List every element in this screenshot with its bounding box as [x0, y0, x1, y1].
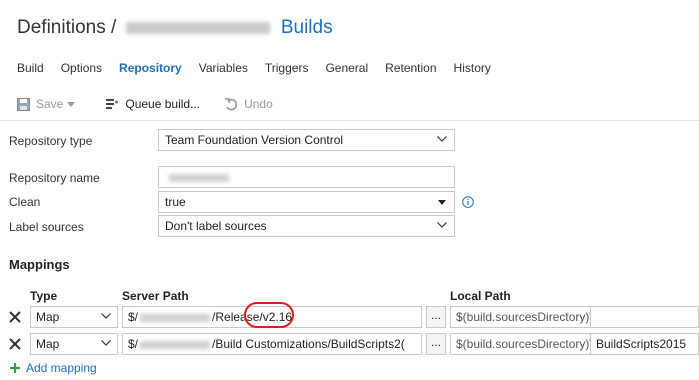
plus-icon	[10, 363, 20, 373]
tab-bar: Build Options Repository Variables Trigg…	[17, 61, 508, 75]
toolbar-divider	[0, 120, 699, 121]
tab-options[interactable]: Options	[61, 61, 102, 75]
delete-mapping-icon[interactable]	[9, 311, 21, 323]
redacted-path-segment	[140, 313, 211, 322]
server-path-suffix: /Build Customizations/BuildScripts2(	[212, 337, 405, 351]
tab-variables[interactable]: Variables	[199, 61, 248, 75]
repository-type-label: Repository type	[9, 134, 93, 148]
toolbar: Save Queue build... Undo	[17, 97, 297, 111]
undo-button[interactable]: Undo	[224, 97, 273, 111]
version-highlight-annotation	[244, 302, 294, 328]
redacted-path-segment	[140, 340, 211, 349]
chevron-down-icon	[437, 136, 447, 142]
queue-build-icon	[106, 99, 119, 109]
clean-label: Clean	[9, 195, 41, 209]
breadcrumb-builds[interactable]: Builds	[281, 17, 333, 38]
chevron-down-icon	[101, 313, 111, 319]
mapping-type-select[interactable]: Map	[30, 306, 118, 328]
add-mapping-button[interactable]: Add mapping	[9, 361, 97, 375]
browse-server-path-button[interactable]: ...	[426, 306, 446, 328]
tab-history[interactable]: History	[454, 61, 491, 75]
server-path-prefix: $/	[128, 310, 139, 324]
delete-mapping-icon[interactable]	[9, 338, 21, 350]
server-path-input[interactable]: $/ /Build Customizations/BuildScripts2(	[122, 333, 422, 355]
mappings-heading: Mappings	[9, 257, 70, 272]
column-header-type: Type	[30, 289, 58, 303]
queue-build-label: Queue build...	[125, 97, 201, 111]
undo-icon	[225, 98, 238, 111]
caret-down-icon	[438, 200, 446, 205]
browse-server-path-button[interactable]: ...	[426, 333, 446, 355]
local-path-prefix: $(build.sourcesDirectory)\	[450, 333, 590, 355]
queue-build-button[interactable]: Queue build...	[105, 97, 200, 111]
mapping-type-select[interactable]: Map	[30, 333, 118, 355]
info-icon[interactable]	[462, 196, 474, 208]
repository-name-input[interactable]	[158, 166, 455, 188]
label-sources-value: Don't label sources	[165, 219, 267, 233]
clean-select[interactable]: true	[158, 191, 455, 213]
page-title: Definitions / Builds	[17, 17, 333, 39]
repository-type-value: Team Foundation Version Control	[165, 133, 344, 147]
dropdown-caret-icon	[67, 101, 76, 107]
repository-type-select[interactable]: Team Foundation Version Control	[158, 129, 455, 151]
label-sources-label: Label sources	[9, 220, 84, 234]
label-sources-select[interactable]: Don't label sources	[158, 215, 455, 237]
tab-build[interactable]: Build	[17, 61, 44, 75]
tab-triggers[interactable]: Triggers	[265, 61, 309, 75]
add-mapping-label: Add mapping	[26, 361, 97, 375]
chevron-down-icon	[437, 222, 447, 228]
undo-label: Undo	[244, 97, 273, 111]
local-path-input[interactable]	[590, 306, 699, 328]
chevron-down-icon	[101, 340, 111, 346]
column-header-local-path: Local Path	[450, 289, 511, 303]
redacted-repository-name	[169, 174, 229, 182]
repository-name-label: Repository name	[9, 171, 100, 185]
save-label: Save	[36, 97, 64, 111]
tab-retention[interactable]: Retention	[385, 61, 436, 75]
local-path-prefix: $(build.sourcesDirectory)\	[450, 306, 590, 328]
mapping-type-value: Map	[36, 337, 60, 351]
clean-value: true	[165, 195, 186, 209]
save-icon	[17, 97, 30, 111]
save-button[interactable]: Save	[17, 97, 81, 111]
mapping-type-value: Map	[36, 310, 60, 324]
column-header-server-path: Server Path	[122, 289, 189, 303]
tab-general[interactable]: General	[325, 61, 368, 75]
breadcrumb-definitions[interactable]: Definitions /	[17, 17, 116, 38]
redacted-definition-name	[125, 21, 270, 34]
server-path-prefix: $/	[128, 337, 139, 351]
local-path-input[interactable]: BuildScripts2015	[590, 333, 699, 355]
tab-repository[interactable]: Repository	[119, 61, 182, 75]
